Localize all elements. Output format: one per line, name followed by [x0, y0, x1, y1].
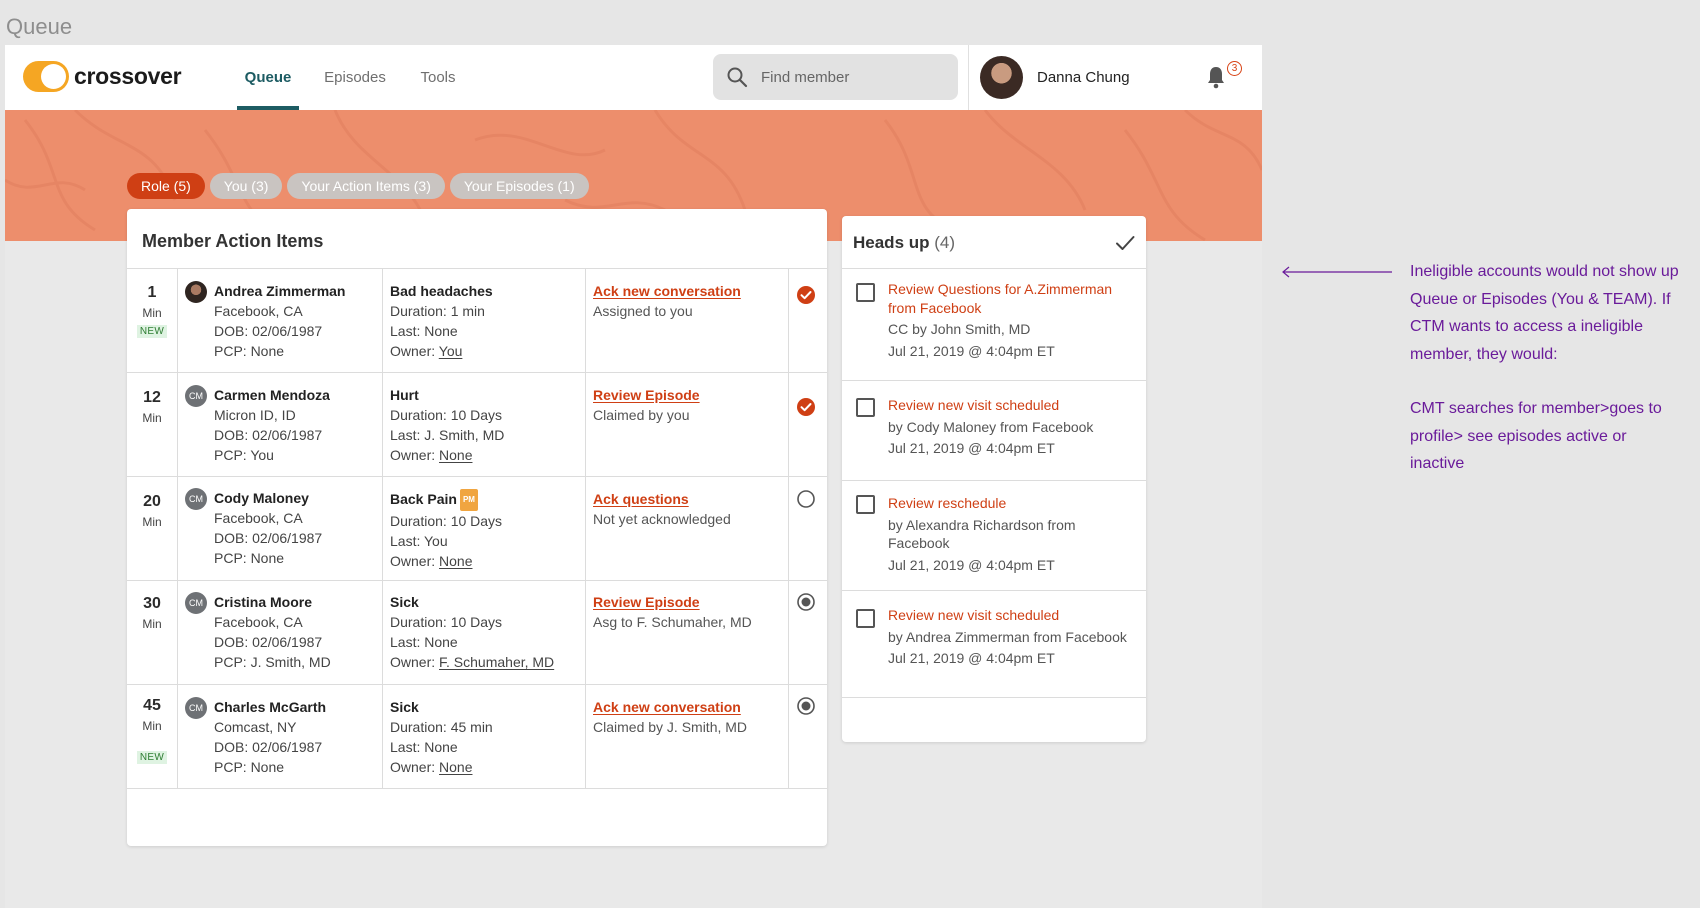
tab-tools[interactable]: Tools — [413, 45, 463, 110]
avatar: CM — [185, 385, 207, 407]
checkbox[interactable] — [856, 495, 875, 514]
list-item[interactable]: Review new visit scheduled by Cody Malon… — [842, 381, 1146, 481]
checkmark-icon[interactable] — [1114, 232, 1136, 254]
table-row[interactable]: 12 Min CM Carmen Mendoza Micron ID, ID D… — [127, 373, 827, 477]
avatar — [185, 281, 207, 303]
pm-badge: PM — [459, 489, 478, 511]
table-row[interactable]: 20 Min CM Cody Maloney Facebook, CA DOB:… — [127, 477, 827, 581]
checkbox[interactable] — [856, 609, 875, 628]
frame-title: Queue — [6, 14, 73, 39]
table-row[interactable]: 1 Min NEW Andrea Zimmerman Facebook, CA … — [127, 269, 827, 373]
episode-info: Bad headaches Duration: 1 min Last: None… — [390, 283, 493, 359]
member-name[interactable]: Andrea Zimmerman — [214, 281, 345, 301]
user-name[interactable]: Danna Chung — [1037, 69, 1130, 86]
table-row[interactable]: 30 Min CM Cristina Moore Facebook, CA DO… — [127, 581, 827, 685]
chip-role[interactable]: Role (5) — [127, 173, 205, 199]
arrow-left-icon — [1282, 266, 1392, 278]
status-claimed-icon[interactable] — [796, 592, 816, 612]
heads-up-item-title[interactable]: Review Questions for A.Zimmerman from Fa… — [888, 280, 1133, 317]
action-info: Ack new conversation Assigned to you — [593, 281, 741, 319]
action-link[interactable]: Ack new conversation — [593, 697, 747, 717]
episode-info: Hurt Duration: 10 Days Last: J. Smith, M… — [390, 387, 505, 463]
checkbox[interactable] — [856, 283, 875, 302]
heads-up-item-title[interactable]: Review reschedule — [888, 494, 1133, 513]
new-badge: NEW — [136, 325, 168, 338]
member-info: CM Charles McGarth Comcast, NY DOB: 02/0… — [185, 697, 326, 777]
owner-link[interactable]: None — [439, 759, 472, 775]
checkbox[interactable] — [856, 398, 875, 417]
action-link[interactable]: Review Episode — [593, 385, 700, 405]
filter-chips: Role (5) You (3) Your Action Items (3) Y… — [127, 173, 589, 199]
search-box — [713, 54, 958, 100]
annotation-paragraph: CMT searches for member>goes to profile>… — [1410, 400, 1662, 472]
status-claimed-icon[interactable] — [796, 696, 816, 716]
app-window: crossover Queue Episodes Tools Danna Chu… — [5, 45, 1262, 908]
table-row[interactable]: 45 Min NEW CM Charles McGarth Comcast, N… — [127, 685, 827, 789]
episode-info: Sick Duration: 45 min Last: None Owner: … — [390, 699, 493, 775]
search-input[interactable] — [761, 68, 941, 86]
chip-your-episodes[interactable]: Your Episodes (1) — [449, 173, 589, 199]
wait-time: 20 Min — [142, 493, 162, 529]
search-icon — [727, 67, 748, 88]
top-nav: crossover Queue Episodes Tools Danna Chu… — [5, 45, 1262, 110]
annotation-paragraph: Ineligible accounts would not show up Qu… — [1410, 263, 1679, 363]
heads-up-title: Heads up (4) — [853, 233, 956, 252]
status-check-icon[interactable] — [796, 397, 816, 417]
heads-up-item-title[interactable]: Review new visit scheduled — [888, 606, 1133, 625]
member-info: CM Carmen Mendoza Micron ID, ID DOB: 02/… — [185, 385, 330, 465]
status-empty-icon[interactable] — [796, 489, 816, 509]
action-info: Ack questions Not yet acknowledged — [593, 489, 731, 527]
heads-up-item-title[interactable]: Review new visit scheduled — [888, 396, 1133, 415]
action-info: Review Episode Asg to F. Schumaher, MD — [593, 592, 752, 630]
action-link[interactable]: Review Episode — [593, 592, 752, 612]
logo-text: crossover — [74, 63, 182, 89]
member-info: Andrea Zimmerman Facebook, CA DOB: 02/06… — [185, 281, 345, 361]
wait-time: 30 Min — [142, 595, 162, 631]
owner-link[interactable]: None — [439, 553, 472, 569]
annotation-note: Ineligible accounts would not show up Qu… — [1410, 258, 1680, 478]
list-item[interactable]: Review reschedule by Alexandra Richardso… — [842, 481, 1146, 591]
member-name[interactable]: Cristina Moore — [214, 592, 331, 612]
avatar: CM — [185, 488, 207, 510]
owner-link[interactable]: F. Schumaher, MD — [439, 654, 554, 670]
action-info: Ack new conversation Claimed by J. Smith… — [593, 697, 748, 735]
new-badge: NEW — [136, 751, 168, 764]
chip-your-action-items[interactable]: Your Action Items (3) — [287, 173, 445, 199]
action-link[interactable]: Ack questions — [593, 489, 731, 509]
heads-up-card: Heads up (4) Review Questions for A.Zimm… — [842, 216, 1146, 742]
logo[interactable]: crossover — [23, 61, 182, 92]
chip-you[interactable]: You (3) — [209, 173, 283, 199]
list-item[interactable]: Review Questions for A.Zimmerman from Fa… — [842, 269, 1146, 381]
action-link[interactable]: Ack new conversation — [593, 281, 741, 301]
owner-link[interactable]: You — [439, 343, 463, 359]
episode-info: Back Pain PM Duration: 10 Days Last: You … — [390, 489, 503, 569]
notification-badge: 3 — [1227, 61, 1242, 76]
wait-time: 12 Min — [142, 389, 162, 425]
avatar: CM — [185, 592, 207, 614]
member-name[interactable]: Carmen Mendoza — [214, 385, 330, 405]
user-avatar[interactable] — [980, 56, 1023, 99]
member-name[interactable]: Charles McGarth — [214, 697, 326, 717]
tab-episodes[interactable]: Episodes — [323, 45, 387, 110]
bell-icon[interactable] — [1205, 65, 1227, 89]
wait-time: 1 Min NEW — [127, 284, 177, 339]
list-item[interactable]: Review new visit scheduled by Andrea Zim… — [842, 591, 1146, 698]
logo-toggle-icon — [23, 61, 69, 92]
tab-queue[interactable]: Queue — [237, 45, 299, 110]
member-info: CM Cody Maloney Facebook, CA DOB: 02/06/… — [185, 488, 322, 568]
card-title: Member Action Items — [142, 231, 324, 251]
nav-divider — [968, 45, 969, 110]
member-name[interactable]: Cody Maloney — [214, 488, 322, 508]
episode-info: Sick Duration: 10 Days Last: None Owner:… — [390, 594, 555, 670]
status-check-icon[interactable] — [796, 285, 816, 305]
action-info: Review Episode Claimed by you — [593, 385, 700, 423]
member-info: CM Cristina Moore Facebook, CA DOB: 02/0… — [185, 592, 331, 672]
wait-time: 45 Min NEW — [127, 697, 177, 765]
member-action-items-card: Member Action Items 1 Min NEW Andrea Zim… — [127, 209, 827, 846]
owner-link[interactable]: None — [439, 447, 472, 463]
avatar: CM — [185, 697, 207, 719]
